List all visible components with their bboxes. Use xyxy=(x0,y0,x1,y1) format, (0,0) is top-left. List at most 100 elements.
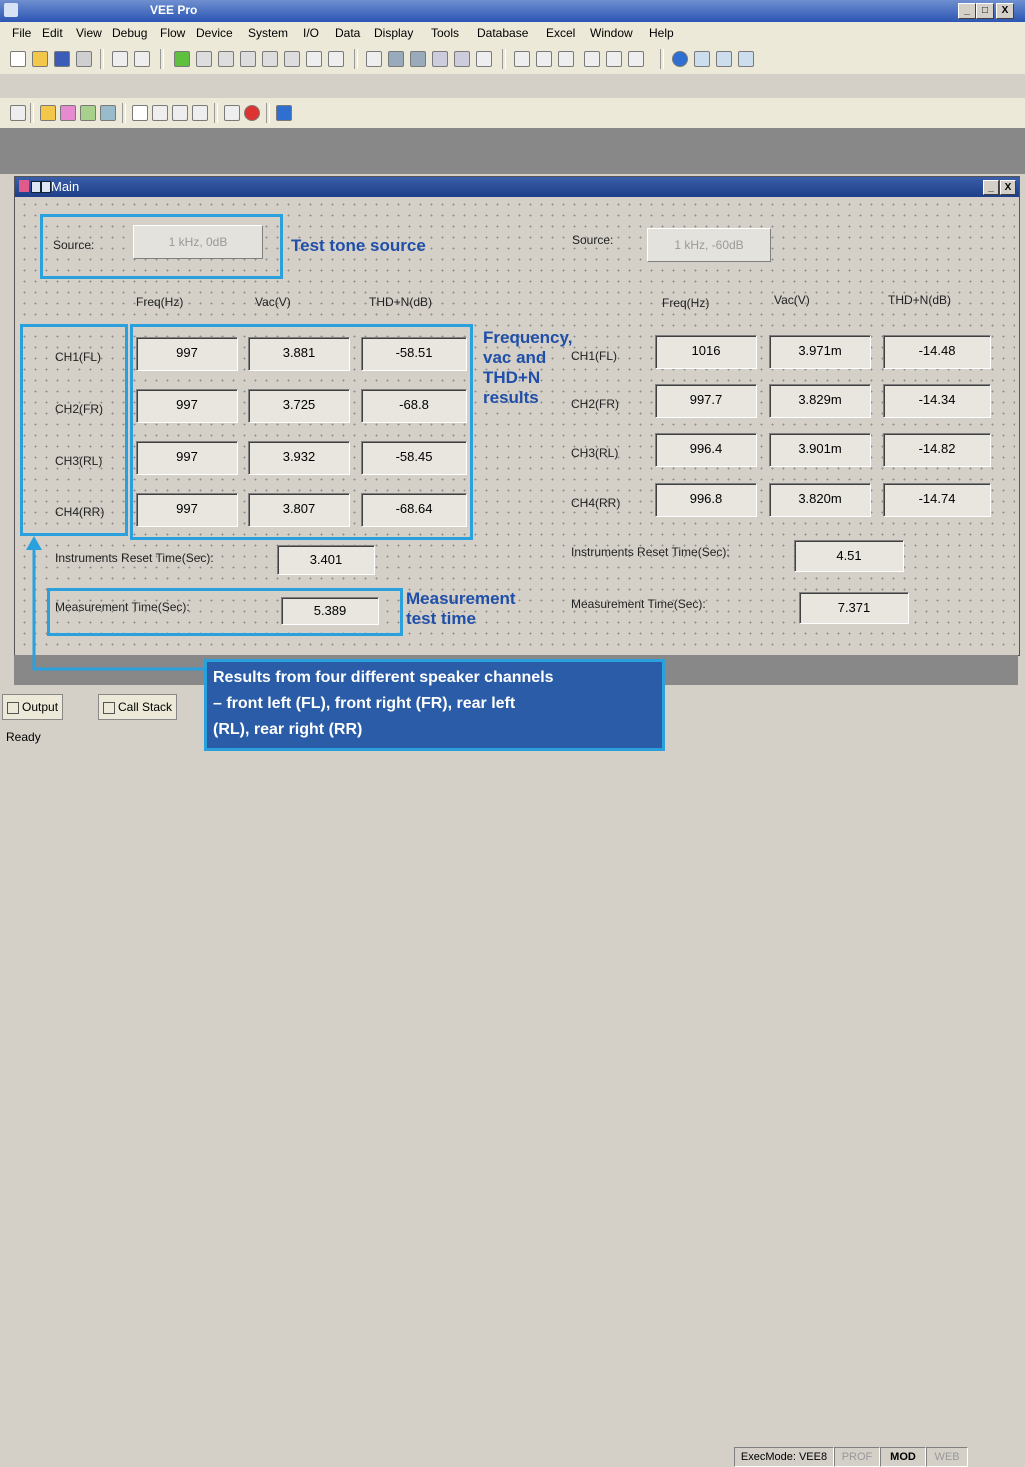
function-icon[interactable] xyxy=(476,51,492,67)
print-icon[interactable] xyxy=(76,51,92,67)
toolbar-standard xyxy=(0,44,1025,74)
error-icon[interactable] xyxy=(244,105,260,121)
menu-bar: File Edit View Debug Flow Device System … xyxy=(0,22,1025,44)
step-over-icon[interactable] xyxy=(262,51,278,67)
object-2-icon[interactable] xyxy=(60,105,76,121)
web-indicator: WEB xyxy=(926,1447,968,1467)
channels-callout-line: (RL), rear right (RR) xyxy=(213,721,363,738)
align-center-icon[interactable] xyxy=(536,51,552,67)
menu-file[interactable]: File xyxy=(12,26,31,40)
find-next-icon[interactable] xyxy=(410,51,426,67)
formula-icon[interactable] xyxy=(10,105,26,121)
main-close-button[interactable]: X xyxy=(1000,180,1016,195)
stop-icon[interactable] xyxy=(218,51,234,67)
save-icon[interactable] xyxy=(54,51,70,67)
minimize-button[interactable]: _ xyxy=(958,3,976,19)
toolbar-separator xyxy=(502,49,506,69)
pointer-icon[interactable] xyxy=(276,105,292,121)
left-header-vac: Vac(V) xyxy=(255,295,291,309)
help-view-icon[interactable] xyxy=(738,51,754,67)
menu-data[interactable]: Data xyxy=(335,26,360,40)
instrument-manager-icon[interactable] xyxy=(454,51,470,67)
object-3-icon[interactable] xyxy=(80,105,96,121)
menu-view[interactable]: View xyxy=(76,26,102,40)
step-out-icon[interactable] xyxy=(284,51,300,67)
hand-icon[interactable] xyxy=(306,51,322,67)
main-minimize-button[interactable]: _ xyxy=(983,180,999,195)
cut-icon[interactable] xyxy=(112,51,128,67)
right-ch3-label: CH3(RL) xyxy=(571,446,619,460)
copy-icon[interactable] xyxy=(134,51,150,67)
window-title: VEE Pro xyxy=(150,3,198,17)
align-bottom-icon[interactable] xyxy=(628,51,644,67)
right-ch4-thd: -14.74 xyxy=(883,483,991,517)
menu-debug[interactable]: Debug xyxy=(112,26,147,40)
right-ch3-vac: 3.901m xyxy=(769,433,871,467)
call-icon[interactable] xyxy=(224,105,240,121)
app-icon xyxy=(4,3,18,17)
tab-call-stack[interactable]: Call Stack xyxy=(98,694,178,720)
xy-trace-icon[interactable] xyxy=(152,105,168,121)
channels-highlight xyxy=(20,324,128,536)
right-ch2-thd: -14.34 xyxy=(883,384,991,418)
align-left-icon[interactable] xyxy=(514,51,530,67)
tab-output[interactable]: Output xyxy=(2,694,64,720)
new-file-icon[interactable] xyxy=(10,51,26,67)
main-window-title: Main xyxy=(51,179,80,194)
menu-help[interactable]: Help xyxy=(649,26,674,40)
menu-display[interactable]: Display xyxy=(374,26,413,40)
menu-edit[interactable]: Edit xyxy=(42,26,63,40)
strip-chart-icon[interactable] xyxy=(192,105,208,121)
restore-icon[interactable] xyxy=(31,181,41,193)
waveform-icon[interactable] xyxy=(172,105,188,121)
panel-view-icon[interactable] xyxy=(694,51,710,67)
open-folder-icon[interactable] xyxy=(32,51,48,67)
menu-window[interactable]: Window xyxy=(590,26,633,40)
right-meas-label: Measurement Time(Sec): xyxy=(571,597,706,611)
right-source-button[interactable]: 1 kHz, -60dB xyxy=(647,228,771,262)
menu-device[interactable]: Device xyxy=(196,26,233,40)
properties-icon[interactable] xyxy=(432,51,448,67)
tab-output-label: Output xyxy=(22,700,59,714)
run-icon[interactable] xyxy=(174,51,190,67)
execmode-indicator: ExecMode: VEE8 xyxy=(734,1447,834,1467)
pause-icon[interactable] xyxy=(196,51,212,67)
menu-excel[interactable]: Excel xyxy=(546,26,575,40)
step-into-icon[interactable] xyxy=(240,51,256,67)
source-annotation: Test tone source xyxy=(291,236,426,255)
right-header-vac: Vac(V) xyxy=(774,293,810,307)
toolbar-separator xyxy=(354,49,358,69)
toolbar-separator xyxy=(160,49,164,69)
toolbar-separator xyxy=(214,103,218,123)
zoom-icon[interactable] xyxy=(366,51,382,67)
right-ch3-thd: -14.82 xyxy=(883,433,991,467)
menu-flow[interactable]: Flow xyxy=(160,26,185,40)
detail-view-icon[interactable] xyxy=(716,51,732,67)
results-annotation-line: Frequency, xyxy=(483,328,573,347)
globe-icon[interactable] xyxy=(672,51,688,67)
object-4-icon[interactable] xyxy=(100,105,116,121)
align-top-icon[interactable] xyxy=(584,51,600,67)
toolbar-separator xyxy=(30,103,34,123)
align-right-icon[interactable] xyxy=(558,51,574,67)
results-annotation: Frequency, vac and THD+N results xyxy=(483,328,572,408)
object-1-icon[interactable] xyxy=(40,105,56,121)
probe-icon[interactable] xyxy=(328,51,344,67)
maximize-button[interactable]: □ xyxy=(976,3,994,19)
channels-callout-line: – front left (FL), front right (FR), rea… xyxy=(213,695,516,712)
close-button[interactable]: X xyxy=(996,3,1014,19)
menu-database[interactable]: Database xyxy=(477,26,528,40)
toolbar-objects xyxy=(0,98,1025,128)
toolbar-separator xyxy=(660,49,664,69)
find-icon[interactable] xyxy=(388,51,404,67)
maximize-icon[interactable] xyxy=(41,181,51,193)
display-icon[interactable] xyxy=(132,105,148,121)
toolbar-separator xyxy=(100,49,104,69)
align-middle-icon[interactable] xyxy=(606,51,622,67)
title-bar: VEE Pro _ □ X xyxy=(0,0,1025,22)
left-header-thd: THD+N(dB) xyxy=(369,295,433,309)
call-stack-icon xyxy=(103,701,115,714)
menu-system[interactable]: System xyxy=(248,26,288,40)
menu-tools[interactable]: Tools xyxy=(431,26,459,40)
menu-io[interactable]: I/O xyxy=(303,26,319,40)
